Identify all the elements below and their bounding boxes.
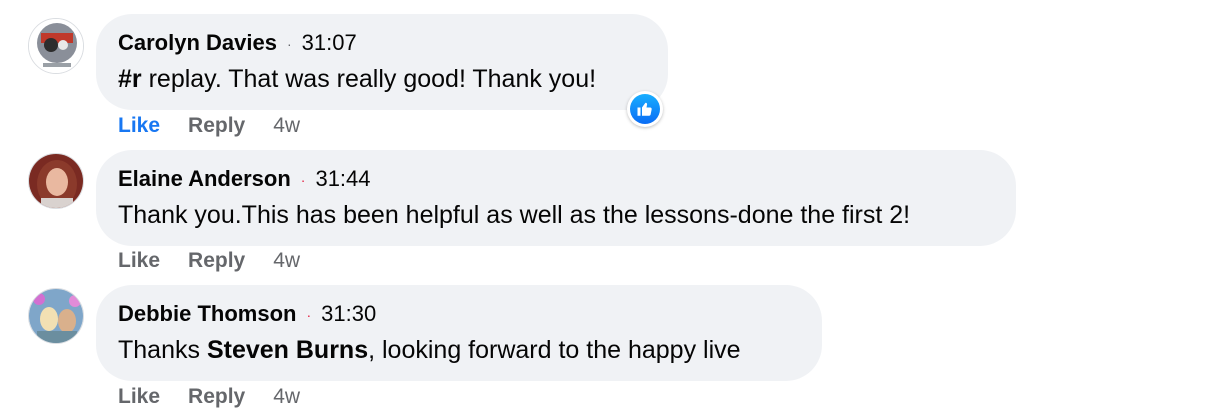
avatar[interactable]	[28, 153, 84, 209]
comment-header: Elaine Anderson · 31:44	[118, 164, 994, 195]
like-icon	[630, 94, 660, 124]
comment-bubble: Carolyn Davies · 31:07 #r replay. That was…	[96, 14, 668, 110]
comment-text-body: , looking forward to the happy live	[368, 336, 741, 365]
comment-text-body: Thank you.This has been helpful as well …	[118, 201, 911, 230]
comment-text: #r replay. That was really good! Thank y…	[118, 61, 646, 97]
avatar[interactable]	[28, 288, 84, 344]
avatar[interactable]	[28, 18, 84, 74]
comment-text: Thank you.This has been helpful as well …	[118, 197, 994, 233]
comment-actions: Like Reply 4w	[118, 249, 300, 273]
comment-timestamp[interactable]: 31:30	[321, 301, 376, 326]
comment-age[interactable]: 4w	[273, 385, 300, 409]
comment-author[interactable]: Carolyn Davies	[118, 30, 277, 55]
comment-author[interactable]: Elaine Anderson	[118, 166, 291, 191]
hashtag[interactable]: #r	[118, 65, 142, 93]
comment-bubble: Debbie Thomson · 31:30 Thanks Steven Burns…	[96, 285, 822, 381]
comment-author[interactable]: Debbie Thomson	[118, 301, 296, 326]
comment-text: Thanks Steven Burns, looking forward to …	[118, 332, 800, 368]
comment-timestamp[interactable]: 31:44	[315, 166, 370, 191]
comment-header: Carolyn Davies · 31:07	[118, 28, 646, 59]
reply-button[interactable]: Reply	[188, 249, 245, 273]
comment-bubble: Elaine Anderson · 31:44 Thank you.This has…	[96, 150, 1016, 246]
mention-link[interactable]: Steven Burns	[207, 336, 368, 364]
like-button[interactable]: Like	[118, 249, 160, 273]
comment-header: Debbie Thomson · 31:30	[118, 299, 800, 330]
like-button[interactable]: Like	[118, 385, 160, 409]
separator-dot: ·	[306, 307, 312, 324]
reply-button[interactable]: Reply	[188, 114, 245, 138]
separator-dot: ·	[300, 172, 306, 189]
comment-actions: Like Reply 4w	[118, 114, 300, 138]
comment-timestamp[interactable]: 31:07	[302, 30, 357, 55]
reply-button[interactable]: Reply	[188, 385, 245, 409]
reaction-badge[interactable]	[627, 91, 663, 127]
comment-text-body: replay. That was really good! Thank you!	[141, 65, 597, 94]
like-button[interactable]: Like	[118, 114, 160, 138]
comment-age[interactable]: 4w	[273, 249, 300, 273]
comment-text-body: Thanks	[118, 336, 207, 365]
separator-dot: ·	[286, 36, 292, 53]
comment-actions: Like Reply 4w	[118, 385, 300, 409]
comment-age[interactable]: 4w	[273, 114, 300, 138]
